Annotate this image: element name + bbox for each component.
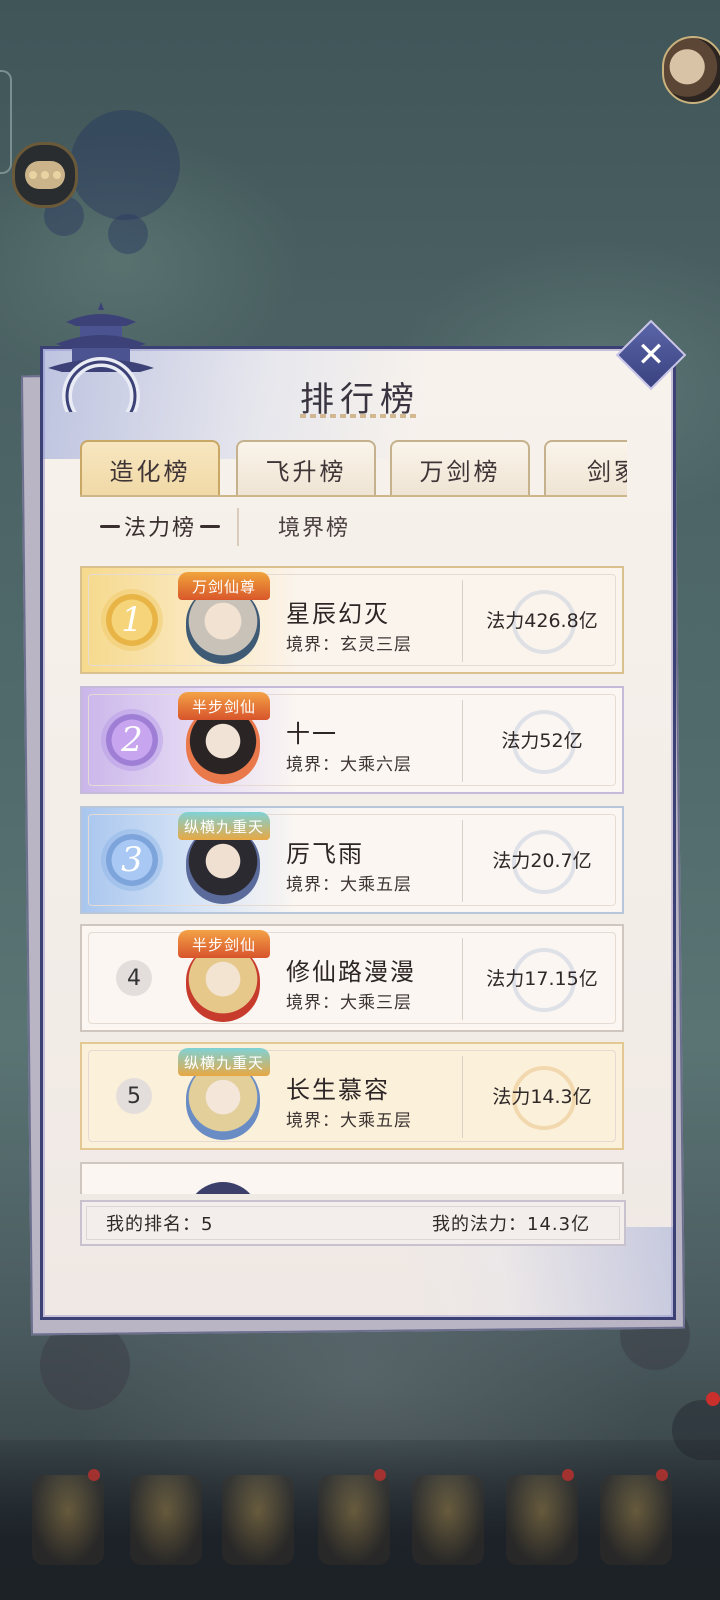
- tab-wanjian[interactable]: 万剑榜: [390, 440, 530, 496]
- player-power: 法力426.8亿: [486, 610, 598, 632]
- bottom-nav-item-2[interactable]: [130, 1475, 202, 1565]
- title-decoration: [300, 414, 420, 418]
- my-power-text: 我的法力：14.3亿: [432, 1214, 591, 1235]
- ranking-list[interactable]: 1 万剑仙尊 星辰幻灭 境界：玄灵三层 法力426.8亿 2 半步剑仙 十一 境…: [80, 566, 628, 1194]
- tab-jianzhong[interactable]: 剑冢: [544, 440, 627, 496]
- player-realm: 境界：大乘三层: [286, 993, 412, 1013]
- rank-medal-silver-icon: 2: [106, 714, 158, 766]
- bottom-nav-item-1[interactable]: [32, 1469, 104, 1565]
- ranking-row[interactable]: 1 万剑仙尊 星辰幻灭 境界：玄灵三层 法力426.8亿: [80, 566, 624, 674]
- player-power: 法力17.15亿: [486, 968, 598, 990]
- map-marker-icon: [108, 214, 148, 254]
- player-power: 法力14.3亿: [492, 1086, 592, 1108]
- rank-number: 4: [116, 960, 152, 996]
- title-badge: 半步剑仙: [178, 692, 270, 720]
- tab-feisheng[interactable]: 飞升榜: [236, 440, 376, 496]
- rank-number: 5: [116, 1078, 152, 1114]
- avatar: [186, 1182, 260, 1194]
- title-badge: 万剑仙尊: [178, 572, 270, 600]
- bottom-nav-item-7[interactable]: [600, 1469, 672, 1565]
- tab-zaohua[interactable]: 造化榜: [80, 440, 220, 496]
- rank-medal-bronze-icon: 3: [106, 834, 158, 886]
- bottom-nav-item-4[interactable]: [318, 1469, 390, 1565]
- chat-bubble-icon: [25, 161, 65, 189]
- ranking-row[interactable]: [80, 1162, 624, 1194]
- player-name: 十一: [286, 720, 338, 748]
- title-badge: 半步剑仙: [178, 930, 270, 958]
- player-power: 法力52亿: [501, 730, 583, 752]
- bottom-nav-item-3[interactable]: [222, 1475, 294, 1565]
- bottom-nav-item-5[interactable]: [412, 1475, 484, 1565]
- ranking-row[interactable]: 2 半步剑仙 十一 境界：大乘六层 法力52亿: [80, 686, 624, 794]
- chat-button[interactable]: [12, 142, 78, 208]
- bottom-nav-item-6[interactable]: [506, 1469, 578, 1565]
- player-power: 法力20.7亿: [492, 850, 592, 872]
- my-rank-text: 我的排名：5: [106, 1214, 214, 1235]
- subtab-realm[interactable]: 境界榜: [278, 510, 350, 544]
- title-badge: 纵横九重天: [178, 812, 270, 840]
- player-name: 星辰幻灭: [286, 600, 390, 628]
- close-icon[interactable]: ✕: [626, 330, 676, 380]
- side-panel-handle[interactable]: [0, 70, 12, 174]
- rank-medal-gold-icon: 1: [106, 594, 158, 646]
- player-name: 长生慕容: [286, 1076, 390, 1104]
- player-avatar-icon[interactable]: [662, 36, 720, 104]
- map-building-icon: [70, 110, 180, 220]
- subtab-power[interactable]: 法力榜: [124, 510, 196, 544]
- title-badge: 纵横九重天: [178, 1048, 270, 1076]
- player-name: 厉飞雨: [286, 840, 364, 868]
- player-realm: 境界：大乘五层: [286, 875, 412, 895]
- rank-tabs: 造化榜 飞升榜 万剑榜 剑冢: [80, 436, 627, 496]
- ranking-row[interactable]: 3 纵横九重天 厉飞雨 境界：大乘五层 法力20.7亿: [80, 806, 624, 914]
- player-realm: 境界：大乘六层: [286, 755, 412, 775]
- player-name: 修仙路漫漫: [286, 958, 416, 986]
- ranking-row[interactable]: 4 半步剑仙 修仙路漫漫 境界：大乘三层 法力17.15亿: [80, 924, 624, 1032]
- player-realm: 境界：大乘五层: [286, 1111, 412, 1131]
- player-realm: 境界：玄灵三层: [286, 635, 412, 655]
- ranking-row-self[interactable]: 5 纵横九重天 长生慕容 境界：大乘五层 法力14.3亿: [80, 1042, 624, 1150]
- notification-dot: [706, 1392, 720, 1406]
